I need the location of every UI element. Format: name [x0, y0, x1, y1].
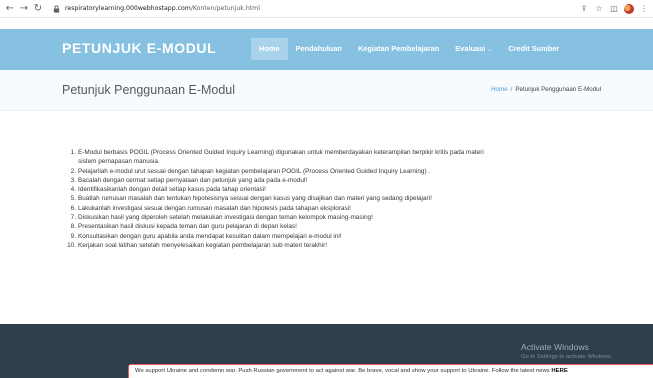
more-icon[interactable]: ⋮ — [639, 4, 649, 14]
list-item: 3. Bacalah dengan cermat setiap pernyataa… — [64, 176, 624, 185]
back-arrow-icon[interactable]: ← — [4, 2, 16, 16]
list-item-number: 5. — [70, 195, 76, 203]
browser-toolbar: ← → ↻ respiratorylearning.000webhostapp.… — [0, 0, 653, 18]
list-item-text: Lakukanlah investigasi sesuai dengan rum… — [78, 204, 351, 212]
list-item: 10. Kerjakan soal latihan setelah menyele… — [64, 241, 624, 250]
url-path: /Konten/petunjuk.html — [190, 5, 260, 12]
list-item-text: Buatlah rumusan masalah dan tentukan hip… — [78, 195, 432, 203]
menu-item-credit-sumber[interactable]: Credit Sumber — [500, 38, 567, 60]
breadcrumb: Home / Petunjuk Penggunaan E-Modul — [491, 86, 601, 93]
sidebar-icon[interactable]: ◫ — [609, 4, 619, 14]
list-item: 1. E-Modul berbasis POGIL (Process Orient… — [64, 148, 624, 157]
banner-link[interactable]: HERE — [551, 368, 567, 374]
list-item-number: 2. — [70, 167, 76, 175]
star-icon[interactable]: ☆ — [594, 4, 604, 14]
browser-actions: ⇪ ☆ ◫ ⋮ — [579, 3, 649, 14]
breadcrumb-home-link[interactable]: Home — [491, 86, 508, 93]
site-header: PETUNJUK E-MODUL Home Pendahuluan Kegiat… — [0, 29, 653, 70]
list-item-text: Presentasikan hasil diskusi kepada teman… — [78, 223, 297, 231]
list-item: 5. Buatlah rumusan masalah dan tentukan h… — [64, 194, 624, 203]
list-item: sistem pernapasan manusia. — [64, 157, 624, 166]
url-text: respiratorylearning.000webhostapp.com/Ko… — [65, 5, 260, 12]
profile-avatar-icon[interactable] — [624, 3, 634, 14]
menu-item-home[interactable]: Home — [251, 38, 288, 60]
list-item-text: Kerjakan soal latihan setelah menyelesai… — [78, 241, 328, 249]
list-item-number: 6. — [70, 204, 76, 212]
chevron-down-icon: ⌄ — [487, 47, 493, 53]
list-item-number: 4. — [70, 186, 76, 194]
list-item-text: Konsultasikan dengan guru apabila anda m… — [78, 232, 342, 240]
banner-text: We support Ukraine and condemn war. Push… — [135, 368, 552, 374]
instructions-list: 1. E-Modul berbasis POGIL (Process Orient… — [64, 148, 624, 250]
watermark-title: Activate Windows — [521, 342, 589, 352]
site-logo[interactable]: PETUNJUK E-MODUL — [62, 40, 216, 56]
list-item: 2. Pelajarilah e-modul urut sesuai dengan… — [64, 167, 624, 176]
list-item-number: 10. — [67, 241, 76, 249]
list-item-number: 7. — [70, 214, 76, 222]
list-item-text: Identifikasikanlah dengan detail setiap … — [78, 186, 266, 194]
menu-item-pendahuluan[interactable]: Pendahuluan — [288, 38, 350, 60]
address-bar[interactable]: respiratorylearning.000webhostapp.com/Ko… — [52, 2, 579, 16]
watermark-subtitle: Go to Settings to activate Windows. — [521, 354, 613, 360]
browser-window: ← → ↻ respiratorylearning.000webhostapp.… — [0, 0, 653, 378]
list-item-text: E-Modul berbasis POGIL (Process Oriented… — [78, 149, 484, 156]
list-item-number: 8. — [70, 223, 76, 231]
activate-windows-watermark: Activate Windows Go to Settings to activ… — [521, 342, 613, 360]
list-item: 6. Lakukanlah investigasi sesuai dengan r… — [64, 204, 624, 213]
list-item-text: Diskusikan hasil yang diperoleh setelah … — [78, 214, 373, 222]
reload-icon[interactable]: ↻ — [32, 2, 44, 16]
breadcrumb-section: Petunjuk Penggunaan E-Modul Home / Petunju… — [0, 70, 653, 111]
list-item-number: 9. — [70, 232, 76, 240]
list-item-number: 3. — [70, 176, 76, 184]
main-menu: Home Pendahuluan Kegiatan Pembelajaran E… — [251, 38, 567, 60]
list-item-text: sistem pernapasan manusia. — [78, 158, 160, 166]
breadcrumb-current: Petunjuk Penggunaan E-Modul — [515, 86, 601, 93]
url-host: respiratorylearning.000webhostapp.com — [65, 5, 191, 12]
breadcrumb-separator: / — [510, 86, 513, 93]
ukraine-support-banner: We support Ukraine and condemn war. Push… — [128, 364, 653, 378]
list-item: 8. Presentasikan hasil diskusi kepada tem… — [64, 222, 624, 231]
list-item-number: 1. — [70, 149, 76, 156]
share-icon[interactable]: ⇪ — [579, 4, 589, 14]
list-item: 7. Diskusikan hasil yang diperoleh setela… — [64, 213, 624, 222]
page-title: Petunjuk Penggunaan E-Modul — [62, 83, 236, 97]
menu-item-evaluasi[interactable]: Evaluasi ⌄ — [447, 38, 500, 60]
list-item-text: Bacalah dengan cermat setiap pernyataan … — [78, 176, 308, 184]
menu-item-kegiatan-pembelajaran[interactable]: Kegiatan Pembelajaran — [350, 38, 447, 60]
list-item: 9. Konsultasikan dengan guru apabila anda… — [64, 232, 624, 241]
menu-item-evaluasi-label: Evaluasi — [455, 44, 486, 53]
list-item: 4. Identifikasikanlah dengan detail setia… — [64, 185, 624, 194]
list-item-text: Pelajarilah e-modul urut sesuai dengan t… — [78, 167, 431, 175]
list-item-number — [64, 157, 76, 166]
lock-icon — [53, 4, 60, 13]
forward-arrow-icon[interactable]: → — [18, 2, 30, 16]
